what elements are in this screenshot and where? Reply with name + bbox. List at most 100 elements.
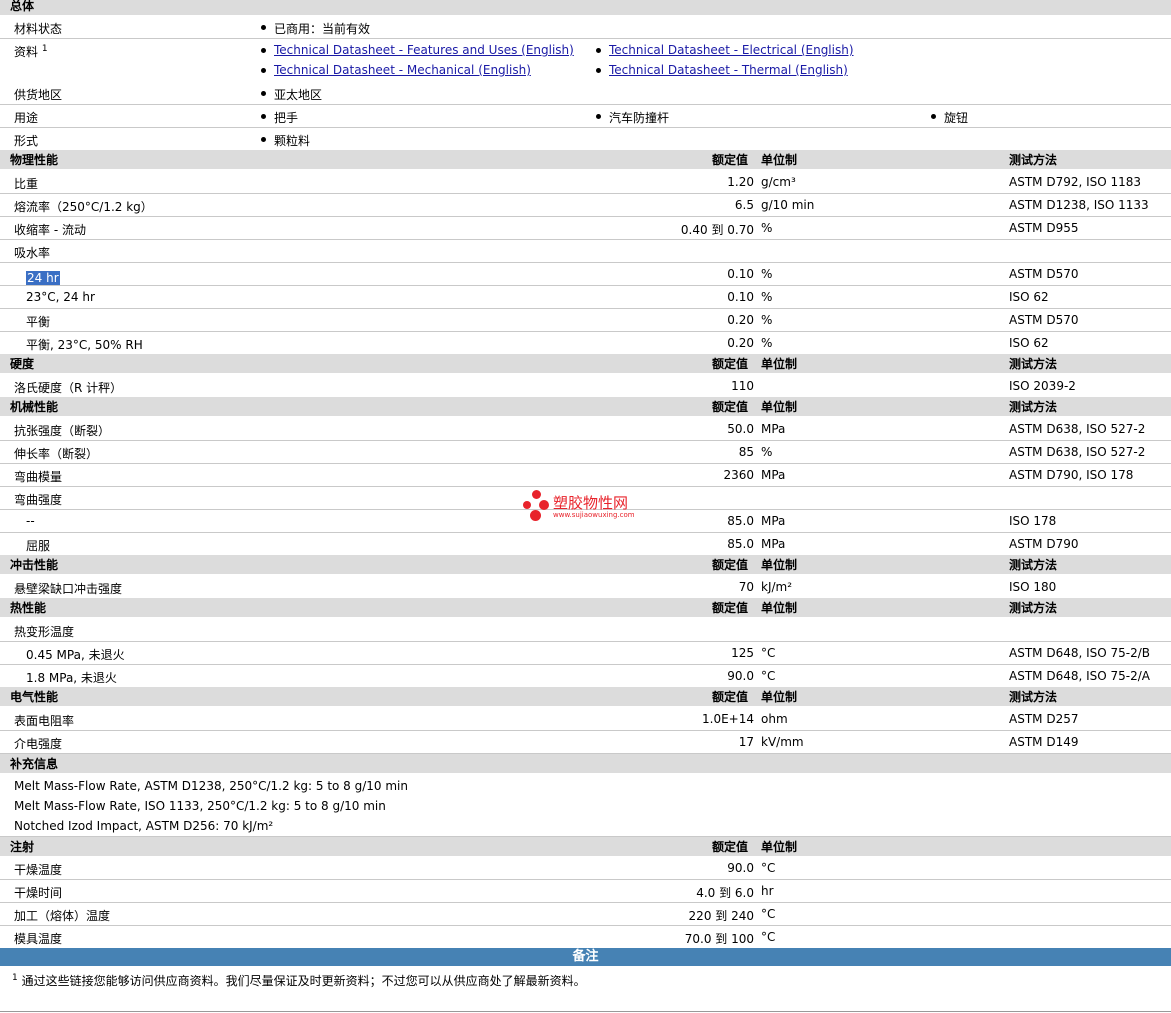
- row-value: 4.0 到 6.0: [696, 886, 754, 900]
- row-method: ASTM D638, ISO 527-2: [1009, 445, 1146, 459]
- bullet-icon: [261, 137, 266, 142]
- row-value: 0.40 到 0.70: [680, 223, 754, 237]
- row-label: 弯曲模量: [14, 470, 63, 484]
- row-value: 90.0: [727, 861, 754, 875]
- section-title: 硬度: [10, 357, 35, 371]
- row-value: 亚太地区: [274, 88, 323, 102]
- row-value: 颗粒料: [274, 134, 311, 148]
- row-value: 1.20: [727, 175, 754, 189]
- row-label: 收缩率 - 流动: [14, 223, 86, 237]
- row-value: 85: [738, 445, 754, 459]
- section-title: 机械性能: [10, 400, 59, 414]
- row-label: 干燥时间: [14, 886, 63, 900]
- header-method: 测试方法: [1009, 153, 1058, 167]
- row-unit: g/10 min: [761, 198, 815, 212]
- watermark-url: www.sujiaowuxing.com: [553, 511, 635, 519]
- table-row: 熔流率（250°C/1.2 kg） 6.5 g/10 min ASTM D123…: [0, 194, 1171, 217]
- supplement-line: Melt Mass-Flow Rate, ASTM D1238, 250°C/1…: [14, 779, 408, 793]
- doc-link-mechanical[interactable]: Technical Datasheet - Mechanical (Englis…: [274, 63, 531, 77]
- header-method: 测试方法: [1009, 357, 1058, 371]
- supplement-line: Notched Izod Impact, ASTM D256: 70 kJ/m²: [14, 819, 274, 833]
- section-title: 总体: [10, 0, 35, 13]
- header-nominal: 额定值: [712, 601, 749, 615]
- header-nominal: 额定值: [712, 558, 749, 572]
- header-unit: 单位制: [761, 357, 798, 371]
- table-row: 抗张强度（断裂） 50.0 MPa ASTM D638, ISO 527-2: [0, 418, 1171, 441]
- row-label: 悬壁梁缺口冲击强度: [14, 582, 123, 596]
- notes-header: 备注: [0, 948, 1171, 966]
- bullet-icon: [261, 48, 266, 53]
- row-label: 干燥温度: [14, 863, 63, 877]
- header-nominal: 额定值: [712, 690, 749, 704]
- table-row: 24 hr 0.10 % ASTM D570: [0, 263, 1171, 286]
- row-method: ASTM D790: [1009, 537, 1079, 551]
- header-unit: 单位制: [761, 558, 798, 572]
- doc-link-features[interactable]: Technical Datasheet - Features and Uses …: [274, 43, 574, 57]
- section-title: 电气性能: [10, 690, 59, 704]
- row-method: ISO 62: [1009, 336, 1049, 350]
- row-unit: %: [761, 267, 773, 281]
- section-impact-header: 冲击性能 额定值 单位制 测试方法: [0, 555, 1171, 574]
- header-unit: 单位制: [761, 840, 798, 854]
- header-method: 测试方法: [1009, 601, 1058, 615]
- row-label: 供货地区: [14, 88, 63, 102]
- row-method: ASTM D257: [1009, 712, 1079, 726]
- row-method: ISO 62: [1009, 290, 1049, 304]
- section-thermal-header: 热性能 额定值 单位制 测试方法: [0, 598, 1171, 617]
- row-label: 23°C, 24 hr: [26, 290, 95, 304]
- header-method: 测试方法: [1009, 400, 1058, 414]
- row-value: 85.0: [727, 537, 754, 551]
- row-value: 220 到 240: [688, 909, 754, 923]
- table-row: 屈服 85.0 MPa ASTM D790: [0, 533, 1171, 556]
- row-unit: %: [761, 445, 773, 459]
- row-value: 50.0: [727, 422, 754, 436]
- watermark-name: 塑胶物性网: [553, 494, 629, 512]
- table-row: 表面电阻率 1.0E+14 ohm ASTM D257: [0, 708, 1171, 731]
- use-item: 汽车防撞杆: [609, 111, 670, 125]
- row-label-selected[interactable]: 24 hr: [26, 271, 60, 285]
- row-unit: %: [761, 313, 773, 327]
- use-item: 旋钮: [944, 111, 969, 125]
- row-value: 0.10: [727, 290, 754, 304]
- table-row: 平衡 0.20 % ASTM D570: [0, 309, 1171, 332]
- row-label: 模具温度: [14, 932, 63, 946]
- table-row: 干燥时间 4.0 到 6.0 hr: [0, 880, 1171, 903]
- row-unit: °C: [761, 930, 776, 944]
- row-region: 供货地区 亚太地区: [0, 82, 1171, 105]
- row-unit: %: [761, 336, 773, 350]
- row-label: 热变形温度: [14, 625, 75, 639]
- section-title: 热性能: [10, 601, 47, 615]
- header-unit: 单位制: [761, 153, 798, 167]
- row-value: 0.20: [727, 313, 754, 327]
- row-value: 70: [738, 580, 754, 594]
- row-label: 加工（熔体）温度: [14, 909, 111, 923]
- row-value: 110: [731, 379, 754, 393]
- row-method: ASTM D648, ISO 75-2/B: [1009, 646, 1151, 660]
- doc-link-electrical[interactable]: Technical Datasheet - Electrical (Englis…: [609, 43, 854, 57]
- section-physical-header: 物理性能 额定值 单位制 测试方法: [0, 150, 1171, 169]
- section-mechanical-header: 机械性能 额定值 单位制 测试方法: [0, 397, 1171, 416]
- row-label: 吸水率: [14, 246, 51, 260]
- row-label: 洛氏硬度（R 计秤）: [14, 381, 123, 395]
- table-row: 23°C, 24 hr 0.10 % ISO 62: [0, 286, 1171, 309]
- row-label: 形式: [14, 134, 39, 148]
- table-row: 模具温度 70.0 到 100 °C: [0, 926, 1171, 949]
- row-label: 熔流率（250°C/1.2 kg）: [14, 200, 153, 214]
- doc-link-thermal[interactable]: Technical Datasheet - Thermal (English): [609, 63, 848, 77]
- row-method: ISO 178: [1009, 514, 1057, 528]
- row-method: ISO 2039-2: [1009, 379, 1076, 393]
- row-unit: MPa: [761, 537, 786, 551]
- row-label: 1.8 MPa, 未退火: [26, 671, 117, 685]
- table-row: 介电强度 17 kV/mm ASTM D149: [0, 731, 1171, 754]
- header-nominal: 额定值: [712, 153, 749, 167]
- row-unit: kJ/m²: [761, 580, 793, 594]
- row-method: ASTM D638, ISO 527-2: [1009, 422, 1146, 436]
- header-unit: 单位制: [761, 690, 798, 704]
- bullet-icon: [596, 114, 601, 119]
- row-method: ASTM D955: [1009, 221, 1079, 235]
- section-electrical-header: 电气性能 额定值 单位制 测试方法: [0, 687, 1171, 706]
- row-method: ASTM D790, ISO 178: [1009, 468, 1134, 482]
- section-general-header: 总体: [0, 0, 1171, 15]
- footnote-marker: 1: [12, 973, 18, 983]
- row-unit: kV/mm: [761, 735, 804, 749]
